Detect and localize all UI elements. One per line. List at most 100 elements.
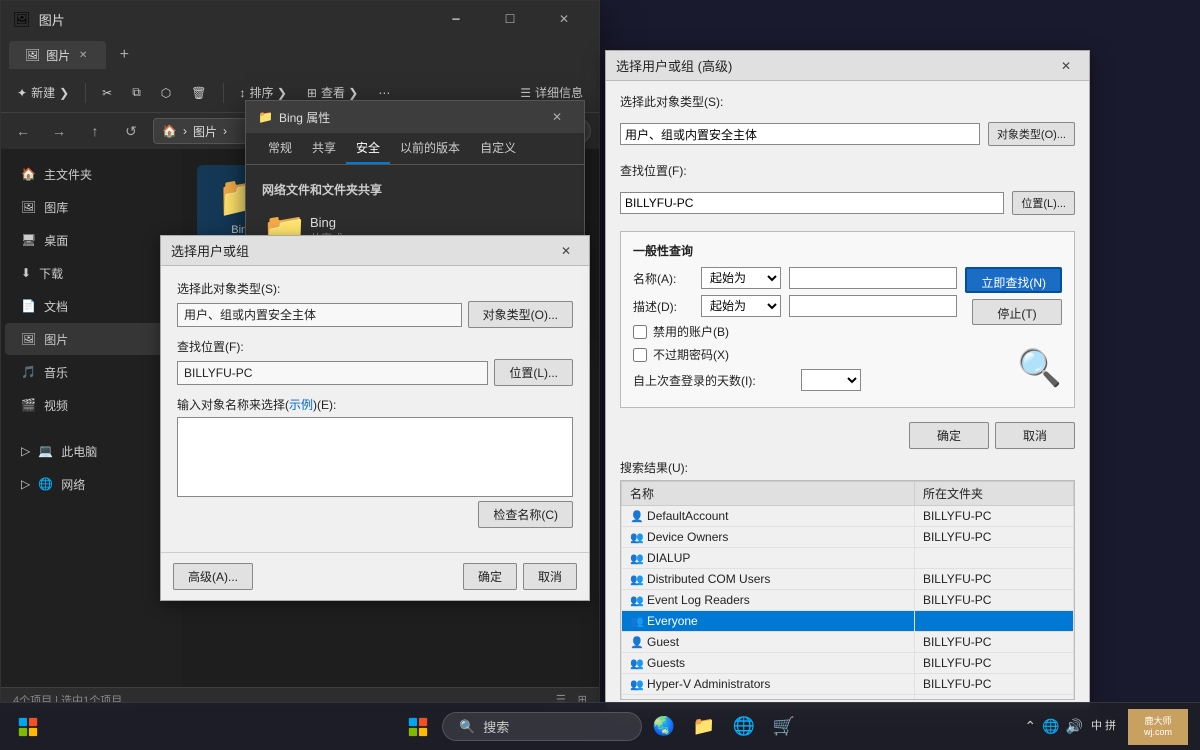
refresh-button[interactable]: ↺ [117, 117, 145, 145]
name-filter-select[interactable]: 起始为 [701, 267, 781, 289]
delete-icon: 🗑 [191, 86, 206, 100]
col-name-header: 名称 [622, 482, 915, 506]
name-filter-input[interactable] [789, 267, 957, 289]
result-row[interactable]: 👥 Everyone [622, 611, 1074, 632]
result-row[interactable]: 👤 Guest BILLYFU-PC [622, 632, 1074, 653]
object-name-input[interactable] [177, 417, 573, 497]
sidebar: 🏠 主文件夹 🖼 图库 🖥 桌面 ⬇ 下载 📄 文档 🖼 图片 [1, 149, 181, 687]
delete-button[interactable]: 🗑 [183, 78, 214, 108]
result-row[interactable]: 👥 Event Log Readers BILLYFU-PC [622, 590, 1074, 611]
desc-filter-select[interactable]: 起始为 [701, 295, 781, 317]
adv-location-button[interactable]: 位置(L)... [1012, 191, 1075, 215]
search-decorative-icon: 🔍 [1017, 347, 1062, 388]
result-row[interactable]: 👥 Guests BILLYFU-PC [622, 653, 1074, 674]
time-display[interactable]: 中 拼 [1091, 719, 1116, 734]
advanced-button[interactable]: 高级(A)... [173, 563, 253, 590]
sidebar-item-downloads[interactable]: ⬇ 下载 [5, 257, 177, 289]
adv-ok-button[interactable]: 确定 [909, 422, 989, 449]
sidebar-item-thispc[interactable]: ▷ 💻 此电脑 [5, 435, 177, 467]
up-button[interactable]: ↑ [81, 117, 109, 145]
tab-custom[interactable]: 自定义 [470, 133, 526, 164]
sidebar-item-music[interactable]: 🎵 音乐 [5, 356, 177, 388]
sidebar-item-desktop[interactable]: 🖥 桌面 [5, 224, 177, 256]
days-select[interactable] [801, 369, 861, 391]
result-row[interactable]: 👥 IIS_IUSRS BILLYFU-PC [622, 695, 1074, 701]
result-folder: BILLYFU-PC [914, 590, 1073, 611]
taskbar-left [0, 707, 48, 747]
advanced-dialog-close-button[interactable]: ✕ [1053, 53, 1079, 79]
taskbar-edge-icon[interactable]: 🌐 [726, 709, 762, 745]
location-button[interactable]: 位置(L)... [494, 359, 573, 386]
back-button[interactable]: ← [9, 117, 37, 145]
no-expire-checkbox[interactable] [633, 348, 647, 362]
tray-chevron-icon[interactable]: ⌃ [1024, 718, 1036, 735]
select-user-cancel-button[interactable]: 取消 [523, 563, 577, 590]
taskbar-store-icon[interactable]: 🛒 [766, 709, 802, 745]
tab-sharing[interactable]: 共享 [302, 133, 346, 164]
result-row[interactable]: 👥 Distributed COM Users BILLYFU-PC [622, 569, 1074, 590]
sidebar-item-documents[interactable]: 📄 文档 [5, 290, 177, 322]
taskbar-search[interactable]: 🔍 搜索 [442, 712, 642, 741]
object-type-value: 用户、组或内置安全主体 [177, 303, 462, 327]
close-button[interactable]: ✕ [541, 3, 587, 35]
start-button[interactable] [8, 707, 48, 747]
result-row[interactable]: 👥 Device Owners BILLYFU-PC [622, 527, 1074, 548]
result-name: 👥 Event Log Readers [622, 590, 915, 611]
disabled-account-checkbox[interactable] [633, 325, 647, 339]
stop-button[interactable]: 停止(T) [972, 299, 1062, 325]
tab-pictures[interactable]: 🖼 图片 ✕ [9, 41, 106, 69]
sidebar-item-videos[interactable]: 🎬 视频 [5, 389, 177, 421]
result-row[interactable]: 👤 DefaultAccount BILLYFU-PC [622, 506, 1074, 527]
bing-props-section-title: 网络文件和文件夹共享 [262, 181, 568, 198]
taskbar-earth-icon[interactable]: 🌏 [646, 709, 682, 745]
results-label: 搜索结果(U): [620, 459, 1075, 476]
result-name: 👥 Distributed COM Users [622, 569, 915, 590]
find-now-button[interactable]: 立即查找(N) [965, 267, 1062, 293]
home-icon: 🏠 [21, 167, 36, 181]
cut-button[interactable]: ✂ [94, 78, 120, 108]
desc-filter-input[interactable] [789, 295, 957, 317]
sort-icon: ↕ [240, 86, 246, 100]
tray-volume-icon[interactable]: 🔊 [1066, 718, 1083, 735]
result-name: 👥 Guests [622, 653, 915, 674]
tab-general[interactable]: 常规 [258, 133, 302, 164]
tab-security[interactable]: 安全 [346, 133, 390, 164]
check-names-button[interactable]: 检查名称(C) [478, 501, 573, 528]
tab-previous[interactable]: 以前的版本 [390, 133, 470, 164]
example-link[interactable]: 示例 [289, 398, 313, 412]
object-type-button[interactable]: 对象类型(O)... [468, 301, 573, 328]
result-row[interactable]: 👥 Hyper-V Administrators BILLYFU-PC [622, 674, 1074, 695]
taskbar-center: 🔍 搜索 🌏 📁 🌐 🛒 [398, 707, 802, 747]
start-center-button[interactable] [398, 707, 438, 747]
new-button[interactable]: ✦ 新建 ❯ [9, 78, 77, 108]
desc-field-row: 描述(D): 起始为 [633, 295, 957, 317]
adv-object-type-label: 选择此对象类型(S): [620, 93, 760, 110]
bing-props-title-bar: 📁 Bing 属性 ✕ [246, 101, 584, 133]
add-tab-button[interactable]: + [110, 41, 138, 69]
select-user-close-button[interactable]: ✕ [553, 238, 579, 264]
bing-props-close-button[interactable]: ✕ [542, 102, 572, 132]
sidebar-item-home[interactable]: 🏠 主文件夹 [5, 158, 177, 190]
tray-network-icon[interactable]: 🌐 [1042, 718, 1059, 735]
minimize-button[interactable]: 🗕 [433, 3, 479, 35]
sidebar-item-pictures[interactable]: 🖼 图片 [5, 323, 177, 355]
tab-close-button[interactable]: ✕ [76, 48, 90, 62]
sidebar-item-gallery[interactable]: 🖼 图库 [5, 191, 177, 223]
music-icon: 🎵 [21, 365, 36, 379]
tab-icon: 🖼 [25, 48, 40, 62]
object-type-label: 选择此对象类型(S): [177, 280, 573, 297]
sidebar-item-network[interactable]: ▷ 🌐 网络 [5, 468, 177, 500]
result-icon: 👥 [630, 616, 644, 628]
adv-object-type-button[interactable]: 对象类型(O)... [988, 122, 1075, 146]
taskbar-folder-icon[interactable]: 📁 [686, 709, 722, 745]
download-icon: ⬇ [21, 266, 31, 280]
forward-button[interactable]: → [45, 117, 73, 145]
copy-button[interactable]: ⧉ [124, 78, 149, 108]
paste-button[interactable]: ⬡ [153, 78, 179, 108]
advanced-dialog-title-text: 选择用户或组 (高级) [616, 56, 1053, 75]
select-user-ok-button[interactable]: 确定 [463, 563, 517, 590]
result-icon: 👥 [630, 658, 644, 670]
result-row[interactable]: 👥 DIALUP [622, 548, 1074, 569]
adv-cancel-button[interactable]: 取消 [995, 422, 1075, 449]
maximize-button[interactable]: ☐ [487, 3, 533, 35]
